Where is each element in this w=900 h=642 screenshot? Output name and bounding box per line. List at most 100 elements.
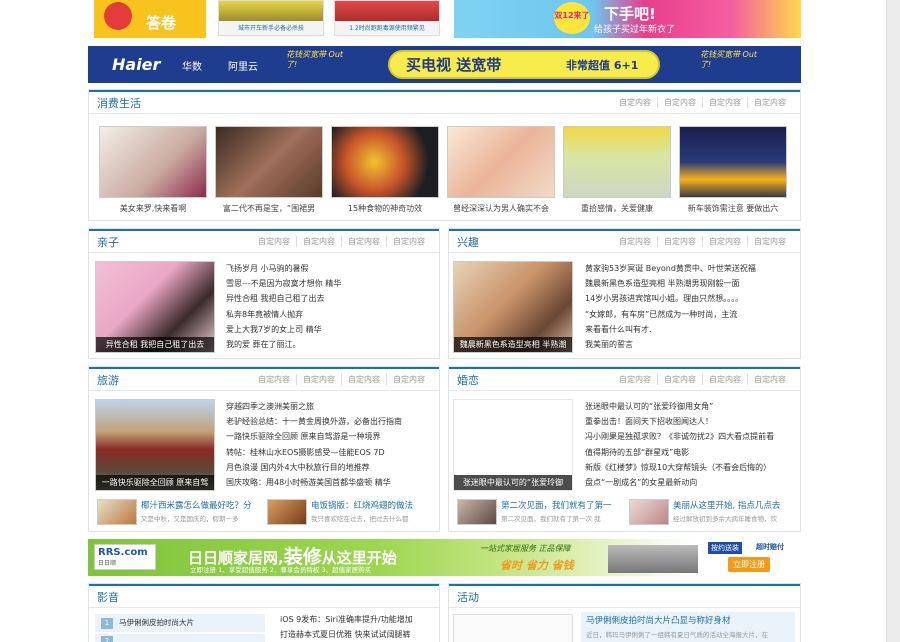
article-link[interactable]: 我美丽的誓言 (585, 337, 797, 352)
article-link[interactable]: 张迷眼中最认可的“张爱玲御用女角” (585, 399, 797, 414)
feature-photo[interactable]: 异性合租 我把自己租了出去 (95, 261, 215, 353)
photo-thumbnail[interactable] (447, 126, 555, 198)
article-link[interactable]: 新版《红楼梦》惊现10大穿帮镜头（不看会后悔的） (585, 460, 797, 475)
article-link[interactable]: 打造赫本式夏日优雅 快来试试阔腿裤 (280, 627, 438, 642)
article-link[interactable]: 值得期待的五部“群星戏”电影 (585, 445, 797, 460)
photo-caption[interactable]: 15种食物的神奇功效 (331, 203, 439, 214)
feature-photo[interactable]: 魏晨新黑色系造型亮相 半熟潮 (453, 261, 573, 353)
vertical-scrollbar[interactable] (886, 0, 900, 642)
article-link[interactable]: 魏晨新黑色系造型亮相 半熟潮男现刚毅一面 (585, 276, 797, 291)
video-item-label[interactable]: 马伊俐俐皮拍时尚大片 (119, 618, 194, 627)
mini-title[interactable]: 椰汁西米露怎么做最好吃？分 (141, 499, 259, 511)
mini-article[interactable]: 电饭锅版：红烧鸡翅的做法 我只喜欢吃在过去，把过去什么都 (267, 499, 433, 525)
custom-link[interactable]: 自定内容 (657, 236, 702, 247)
photo-caption[interactable]: 曾经深深认为男人确实不会 (447, 203, 555, 214)
article-link[interactable]: 国庆攻略：用48小时畅游美国首都华盛顿 精华 (226, 475, 436, 490)
photo-caption[interactable]: 富二代不再是宝，“围裙男 (215, 203, 323, 214)
article-link[interactable]: 冯小刚果是独孤求败？《非诚勿扰2》四大看点提前看 (585, 429, 797, 444)
mini-title[interactable]: 第二次见面，我们就有了第一 (501, 499, 619, 511)
photo-thumbnail[interactable] (331, 126, 439, 198)
custom-link[interactable]: 自定内容 (747, 236, 792, 247)
custom-link[interactable]: 自定内容 (657, 374, 702, 385)
section-title[interactable]: 影音 (97, 589, 119, 605)
video-list-item[interactable]: 2 (95, 634, 265, 642)
article-link[interactable]: “女嫁郎，有车房”已然成为一种时尚，主流 (585, 307, 797, 322)
article-link[interactable]: 我的爱 葬在了丽江。 (226, 337, 434, 352)
photo-thumbnail[interactable] (215, 126, 323, 198)
article-link[interactable]: 盘点“一剧成名”的女星最新动向 (585, 475, 797, 490)
photo-caption[interactable]: 重拾感情，关爱健康 (563, 203, 671, 214)
rrs-ad-banner[interactable]: RRS.com 日日顺 日日顺家居网,装修从这里开始 立即注册 1、享受超值服务… (88, 539, 801, 576)
custom-link[interactable]: 自定内容 (613, 236, 657, 247)
custom-link[interactable]: 自定内容 (702, 236, 747, 247)
video-list-item[interactable]: 1 马伊俐俐皮拍时尚大片 (95, 614, 265, 632)
register-button[interactable]: 立即注册 (728, 557, 770, 572)
article-link[interactable]: 一路快乐驱除全回顾 原来自驾游是一种境界 (226, 429, 436, 444)
article-link[interactable]: 转帖：桂林山水EOS摄影感受—佳能EOS 7D (226, 445, 436, 460)
mini-title[interactable]: 电饭锅版：红烧鸡翅的做法 (311, 499, 433, 511)
photo-thumbnail[interactable] (563, 126, 671, 198)
section-title[interactable]: 婚恋 (457, 372, 479, 388)
custom-link[interactable]: 自定内容 (613, 374, 657, 385)
article-link[interactable]: 私奔8年竟被情人抛弃 (226, 307, 434, 322)
top-banner-kids[interactable]: 双12来了 下手吧! 给孩子买过年新衣了 (454, 0, 801, 38)
article-link[interactable]: 老驴经验总结：十一黄金周换外游，必备出行指南 (226, 414, 436, 429)
article-link[interactable]: 穿越四季之澳洲美丽之旅 (226, 399, 436, 414)
article-link[interactable]: 来看看什么叫有才. (585, 322, 797, 337)
section-title[interactable]: 兴趣 (457, 234, 479, 250)
custom-link[interactable]: 自定内容 (252, 236, 296, 247)
event-card[interactable]: 马伊俐俐皮拍时尚大片凸显与称好身材 近日，韩玛马伊俐俐了一组韩有夏日气质的活动全… (581, 612, 795, 642)
article-link[interactable]: iOS 9发布：Siri准确率提升/功能增加 (280, 612, 438, 627)
top-banner-car-2[interactable]: 1.2时尚跑跑毒源使用频繁见 (334, 0, 440, 36)
photo-thumbnail[interactable] (679, 126, 787, 198)
article-link[interactable]: 异性合租 我把自己租了出去 (226, 291, 434, 306)
mini-thumbnail[interactable] (457, 499, 497, 525)
article-link[interactable]: 14岁小男孩进宾馆叫小姐。理由只然想。。。。 (585, 291, 797, 306)
mini-title[interactable]: 美丽从这里开始, 指点几点去 (673, 499, 793, 511)
custom-link[interactable]: 自定内容 (747, 374, 792, 385)
custom-link[interactable]: 自定内容 (702, 374, 747, 385)
custom-link[interactable]: 自定内容 (613, 97, 657, 108)
article-link[interactable]: 黄家驹53岁冥诞 Beyond黄贯中、叶世荣送祝福 (585, 261, 797, 276)
event-thumbnail[interactable] (453, 614, 573, 642)
top-banner-car[interactable]: 城市开车新手必备必杀技 (218, 0, 324, 36)
mini-thumbnail[interactable] (97, 499, 137, 525)
mini-thumbnail[interactable] (629, 499, 669, 525)
mini-article[interactable]: 第二次见面，我们就有了第一 第二次见面，我们就有了第一次 我 (457, 499, 619, 525)
custom-link[interactable]: 自定内容 (252, 374, 296, 385)
photo-overlay-caption[interactable]: 魏晨新黑色系造型亮相 半熟潮 (454, 337, 572, 352)
feature-photo[interactable]: 一路快乐驱除全回顾 原来自驾 (95, 399, 215, 491)
custom-link[interactable]: 自定内容 (296, 236, 341, 247)
section-title[interactable]: 活动 (457, 589, 479, 605)
section-title[interactable]: 亲子 (97, 234, 119, 250)
custom-link[interactable]: 自定内容 (341, 236, 386, 247)
photo-overlay-caption[interactable]: 一路快乐驱除全回顾 原来自驾 (96, 475, 214, 490)
photo-overlay-caption[interactable]: 异性合租 我把自己租了出去 (96, 337, 214, 352)
custom-link[interactable]: 自定内容 (386, 374, 431, 385)
mini-article[interactable]: 椰汁西米露怎么做最好吃？分 又是中秋，又是国庆的，假期一多 (97, 499, 259, 525)
custom-link[interactable]: 自定内容 (386, 236, 431, 247)
banner-caption[interactable]: 城市开车新手必备必杀技 (219, 23, 323, 32)
mini-article[interactable]: 美丽从这里开始, 指点几点去 经过解放初到多余大病年睡食物，饮 (629, 499, 793, 525)
custom-link[interactable]: 自定内容 (296, 374, 341, 385)
banner-caption[interactable]: 1.2时尚跑跑毒源使用频繁见 (335, 23, 439, 32)
article-link[interactable]: 雪思---不是因为寂寞才想你 精华 (226, 276, 434, 291)
custom-link[interactable]: 自定内容 (747, 97, 792, 108)
event-headline[interactable]: 马伊俐俐皮拍时尚大片凸显与称好身材 (586, 614, 790, 626)
article-link[interactable]: 月色浪漫 国内外4大中秋旅行目的地推荐 (226, 460, 436, 475)
photo-thumbnail[interactable] (99, 126, 207, 198)
article-link[interactable]: 重拳出击！面间天下招收图闻达人！ (585, 414, 797, 429)
haier-ad-banner[interactable]: Haier 华数 阿里云 花钱买宽带 Out了! 买电视 送宽带 非常超值 6+… (88, 46, 801, 83)
feature-photo[interactable]: 张迷眼中最认可的“张爱玲御 (453, 399, 573, 491)
mini-thumbnail[interactable] (267, 499, 307, 525)
article-link[interactable]: 爱上大我7岁的女上司 精华 (226, 322, 434, 337)
custom-link[interactable]: 自定内容 (341, 374, 386, 385)
photo-caption[interactable]: 新车装饰需注意 要做出六 (679, 203, 787, 214)
section-title[interactable]: 消费生活 (97, 95, 141, 111)
article-link[interactable]: 飞扬岁月 小马驹的暑假 (226, 261, 434, 276)
section-title[interactable]: 旅游 (97, 372, 119, 388)
photo-overlay-caption[interactable]: 张迷眼中最认可的“张爱玲御 (454, 475, 572, 490)
custom-link[interactable]: 自定内容 (657, 97, 702, 108)
custom-link[interactable]: 自定内容 (702, 97, 747, 108)
photo-caption[interactable]: 美女来罗,快来看啊 (99, 203, 207, 214)
